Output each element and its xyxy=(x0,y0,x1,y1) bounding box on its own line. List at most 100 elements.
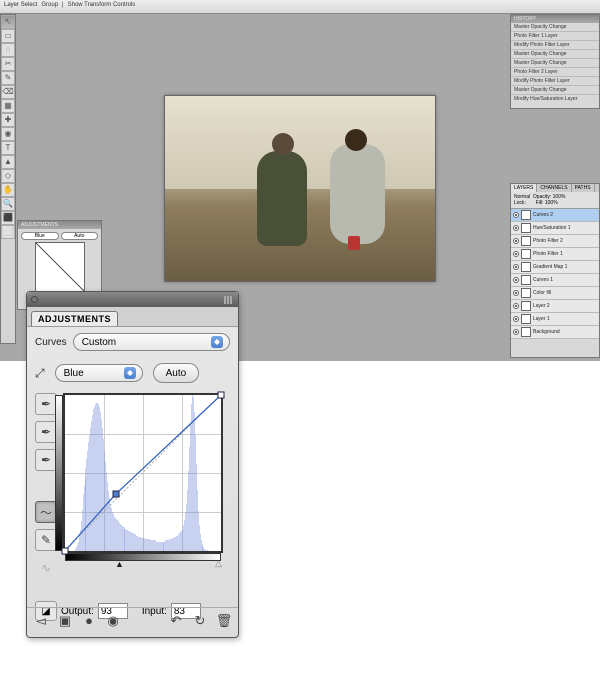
auto-button[interactable]: Auto xyxy=(153,363,200,383)
figure-person-left xyxy=(257,151,307,246)
tool-8[interactable]: ◉ xyxy=(1,127,15,141)
opt3[interactable]: Show Transform Controls xyxy=(68,2,136,11)
layer-name: Photo Filter 1 xyxy=(533,251,563,257)
expand-icon[interactable]: ▣ xyxy=(57,613,73,629)
chevron-updown-icon xyxy=(211,336,223,348)
layer-name: Hue/Saturation 1 xyxy=(533,225,571,231)
layer-thumb xyxy=(521,223,531,233)
tool-4[interactable]: ✎ xyxy=(1,71,15,85)
tool-3[interactable]: ✂ xyxy=(1,57,15,71)
highlight-slider-icon[interactable]: △ xyxy=(215,558,222,569)
mini-curve[interactable] xyxy=(35,242,85,292)
tool-15[interactable]: ⬜ xyxy=(1,225,15,239)
preset-select[interactable]: Custom xyxy=(73,333,230,351)
history-item[interactable]: Master Opacity Change xyxy=(511,50,599,59)
channel-select[interactable]: Blue xyxy=(55,364,143,382)
layer-row[interactable]: Layer 1 xyxy=(511,313,599,326)
layer-name: Gradient Map 1 xyxy=(533,264,567,270)
layer-row[interactable]: Photo Filter 2 xyxy=(511,235,599,248)
visibility-icon[interactable] xyxy=(513,212,519,218)
opt1[interactable]: Layer Select xyxy=(4,2,37,11)
layer-thumb xyxy=(521,288,531,298)
eyedropper-white-icon[interactable]: ✒ xyxy=(35,449,57,471)
curve-point[interactable] xyxy=(112,491,119,498)
tool-12[interactable]: ✋ xyxy=(1,183,15,197)
fill-value[interactable]: Fill: 100% xyxy=(536,200,558,206)
tab-paths[interactable]: PATHS xyxy=(572,184,595,192)
preset-value: Custom xyxy=(82,337,116,348)
visibility-icon[interactable] xyxy=(513,225,519,231)
tab-layers[interactable]: LAYERS xyxy=(511,184,537,192)
layer-thumb xyxy=(521,314,531,324)
eyedropper-black-icon[interactable]: ✒ xyxy=(35,393,57,415)
history-item[interactable]: Master Opacity Change xyxy=(511,23,599,32)
tool-0[interactable]: ↖ xyxy=(1,15,15,29)
tool-11[interactable]: ◇ xyxy=(1,169,15,183)
layer-thumb xyxy=(521,262,531,272)
layer-row[interactable]: Background xyxy=(511,326,599,339)
visibility-icon[interactable] xyxy=(513,264,519,270)
panel-header[interactable] xyxy=(27,292,238,307)
clip-layer-icon[interactable]: ● xyxy=(81,613,97,629)
opt2[interactable]: Group xyxy=(41,2,58,11)
layers-panel[interactable]: LAYERS CHANNELS PATHS Normal Opacity: 10… xyxy=(510,183,600,358)
mini-channel[interactable]: Blue xyxy=(21,232,59,240)
history-item[interactable]: Modify Photo Filter Layer xyxy=(511,41,599,50)
history-item[interactable]: Photo Filter 1 Layer xyxy=(511,32,599,41)
visibility-icon[interactable] xyxy=(513,316,519,322)
history-item[interactable]: Modify Hue/Saturation Layer xyxy=(511,95,599,103)
visibility-icon[interactable] xyxy=(513,329,519,335)
trash-icon[interactable]: 🗑 xyxy=(216,613,232,629)
shadow-slider-icon[interactable]: ▲ xyxy=(115,559,124,569)
layer-row[interactable]: Color fill xyxy=(511,287,599,300)
history-item[interactable]: Modify Photo Filter Layer xyxy=(511,77,599,86)
curve-point[interactable] xyxy=(218,392,225,399)
curve-point[interactable] xyxy=(62,548,69,555)
eyedropper-gray-icon[interactable]: ✒ xyxy=(35,421,57,443)
history-item[interactable]: Master Opacity Change xyxy=(511,59,599,68)
close-dot-icon[interactable] xyxy=(31,296,38,303)
layer-row[interactable]: Curves 2 xyxy=(511,209,599,222)
tab-adjustments[interactable]: ADJUSTMENTS xyxy=(31,311,118,326)
layer-row[interactable]: Gradient Map 1 xyxy=(511,261,599,274)
tool-2[interactable]: ◌ xyxy=(1,43,15,57)
tool-13[interactable]: 🔍 xyxy=(1,197,15,211)
layer-row[interactable]: Hue/Saturation 1 xyxy=(511,222,599,235)
tool-5[interactable]: ⌫ xyxy=(1,85,15,99)
pencil-tool-icon[interactable]: ✎ xyxy=(35,529,57,551)
layer-name: Background xyxy=(533,329,560,335)
curves-graph[interactable]: ▲ △ xyxy=(63,393,223,553)
prev-state-icon[interactable]: ↶ xyxy=(168,613,184,629)
tab-channels[interactable]: CHANNELS xyxy=(537,184,571,192)
curve-tool-icon[interactable]: ～ xyxy=(35,501,57,523)
visibility-icon[interactable] xyxy=(513,251,519,257)
smooth-tool-icon: ∿ xyxy=(35,557,57,579)
visibility-icon[interactable] xyxy=(513,238,519,244)
tool-7[interactable]: ✚ xyxy=(1,113,15,127)
tool-10[interactable]: ▲ xyxy=(1,155,15,169)
layer-row[interactable]: Layer 2 xyxy=(511,300,599,313)
layer-row[interactable]: Photo Filter 1 xyxy=(511,248,599,261)
history-item[interactable]: Master Opacity Change xyxy=(511,86,599,95)
canvas[interactable] xyxy=(164,95,436,282)
layer-thumb xyxy=(521,210,531,220)
tool-14[interactable]: ⬛ xyxy=(1,211,15,225)
tool-1[interactable]: ▭ xyxy=(1,29,15,43)
history-panel[interactable]: HISTORY Master Opacity ChangePhoto Filte… xyxy=(510,14,600,109)
back-arrow-icon[interactable]: ◅ xyxy=(33,613,49,629)
layer-thumb xyxy=(521,275,531,285)
mini-auto[interactable]: Auto xyxy=(61,232,99,240)
tool-9[interactable]: T xyxy=(1,141,15,155)
visibility-icon[interactable] xyxy=(513,277,519,283)
history-title: HISTORY xyxy=(511,15,599,23)
tool-6[interactable]: ▦ xyxy=(1,99,15,113)
reset-icon[interactable]: ↻ xyxy=(192,613,208,629)
history-item[interactable]: Photo Filter 2 Layer xyxy=(511,68,599,77)
layer-row[interactable]: Curves 1 xyxy=(511,274,599,287)
panel-grip-icon[interactable] xyxy=(42,296,238,304)
adjustments-panel[interactable]: ADJUSTMENTS Curves Custom ⤢ Blue Auto ✒ … xyxy=(26,291,239,638)
targeted-adjust-icon[interactable]: ⤢ xyxy=(35,366,45,381)
visibility-icon[interactable] xyxy=(513,290,519,296)
visibility-icon[interactable]: ◉ xyxy=(105,613,121,629)
visibility-icon[interactable] xyxy=(513,303,519,309)
